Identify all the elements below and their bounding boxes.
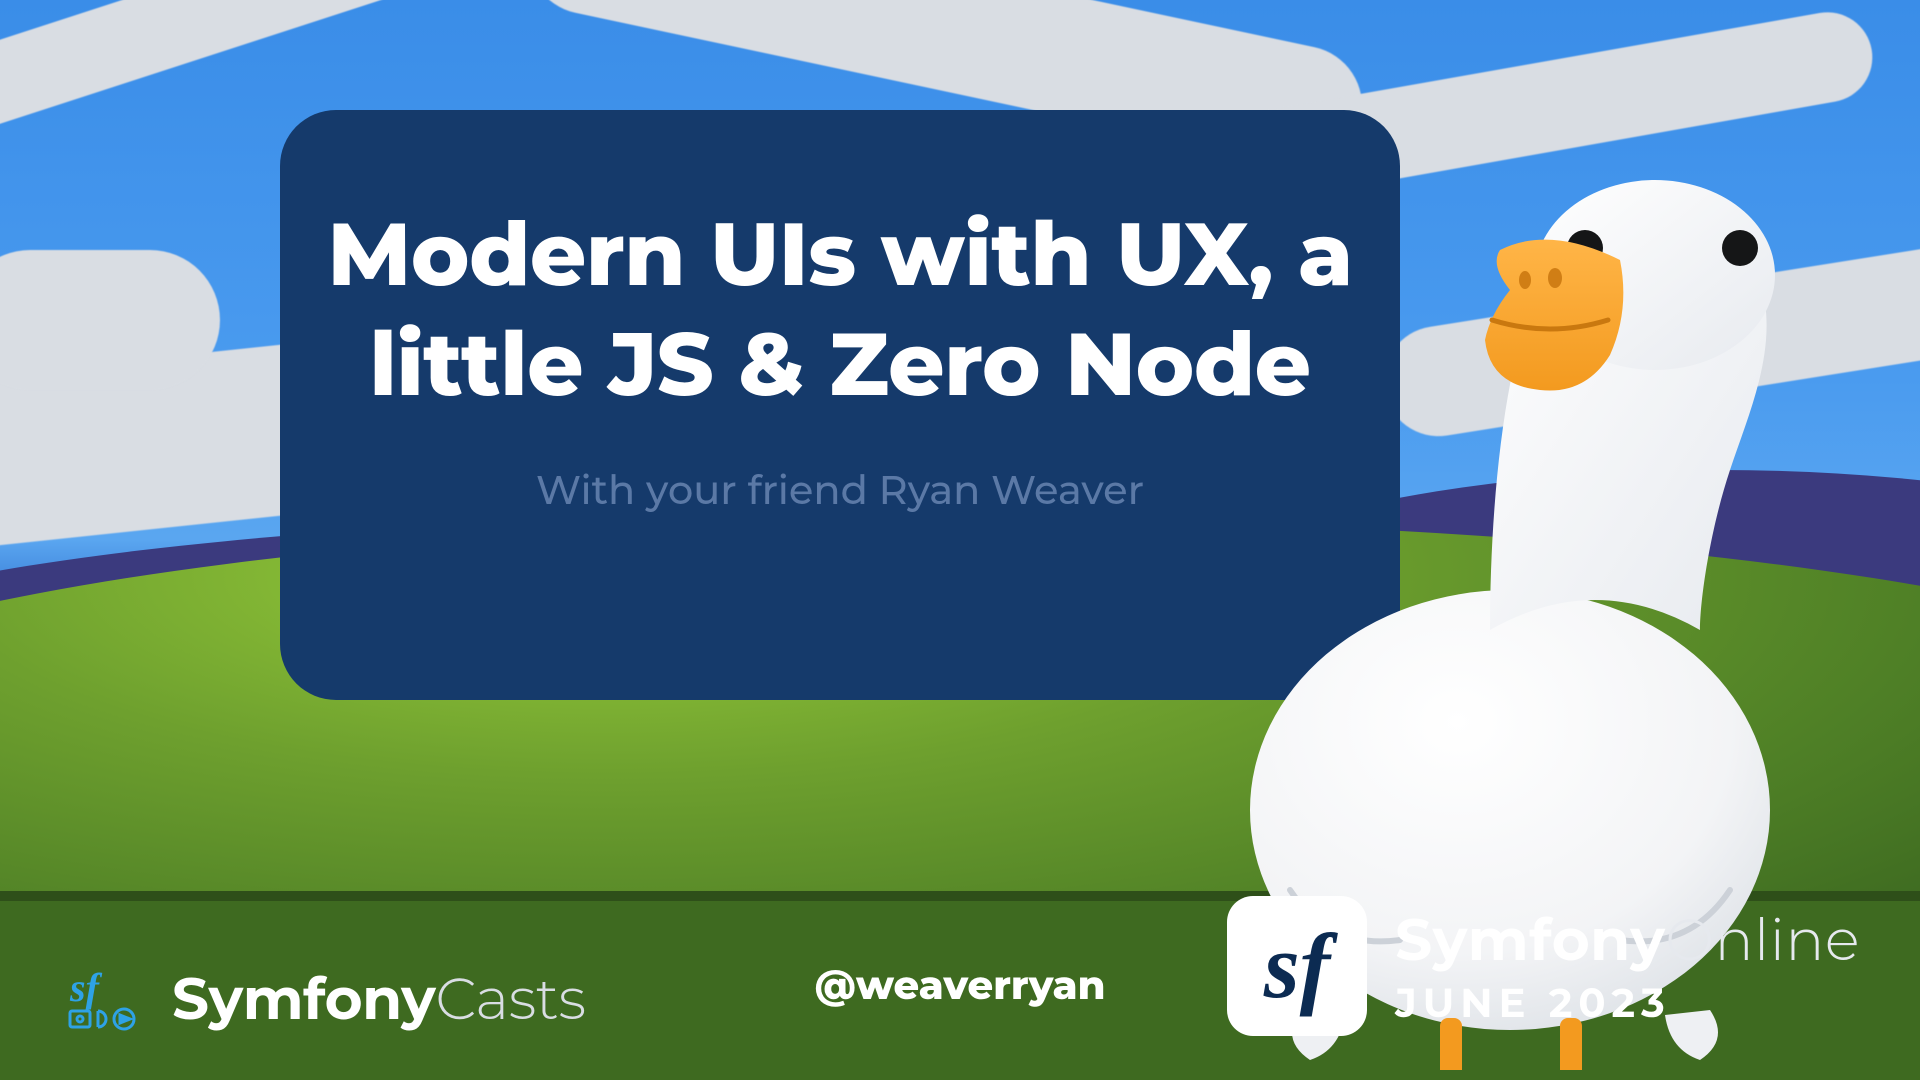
brand-light: Casts [435, 963, 585, 1034]
title-card: Modern UIs with UX, a little JS & Zero N… [280, 110, 1400, 700]
conference-name-light: Online [1665, 904, 1860, 975]
symfonycasts-logo-icon: sf [64, 965, 144, 1033]
footer-brand: sf SymfonyCasts [64, 963, 586, 1034]
conference-title: SymfonyOnline JUNE 2023 [1395, 904, 1860, 1028]
footer-conference: sf SymfonyOnline JUNE 2023 [1227, 896, 1860, 1036]
slide-root: Modern UIs with UX, a little JS & Zero N… [0, 0, 1920, 1080]
symfony-logo-box: sf [1227, 896, 1367, 1036]
conference-date: JUNE 2023 [1395, 979, 1860, 1028]
conference-name-bold: Symfony [1395, 904, 1665, 975]
brand-text: SymfonyCasts [172, 963, 586, 1034]
slide-title: Modern UIs with UX, a little JS & Zero N… [280, 110, 1400, 420]
brand-bold: Symfony [172, 963, 435, 1034]
twitter-handle: @weaverryan [814, 961, 1105, 1010]
symfony-glyph-icon: sf [1264, 920, 1330, 1012]
svg-text:sf: sf [69, 965, 103, 1010]
cloud-shape [0, 250, 220, 390]
cloud-shape [1376, 226, 1920, 444]
slide-subtitle: With your friend Ryan Weaver [280, 466, 1400, 515]
